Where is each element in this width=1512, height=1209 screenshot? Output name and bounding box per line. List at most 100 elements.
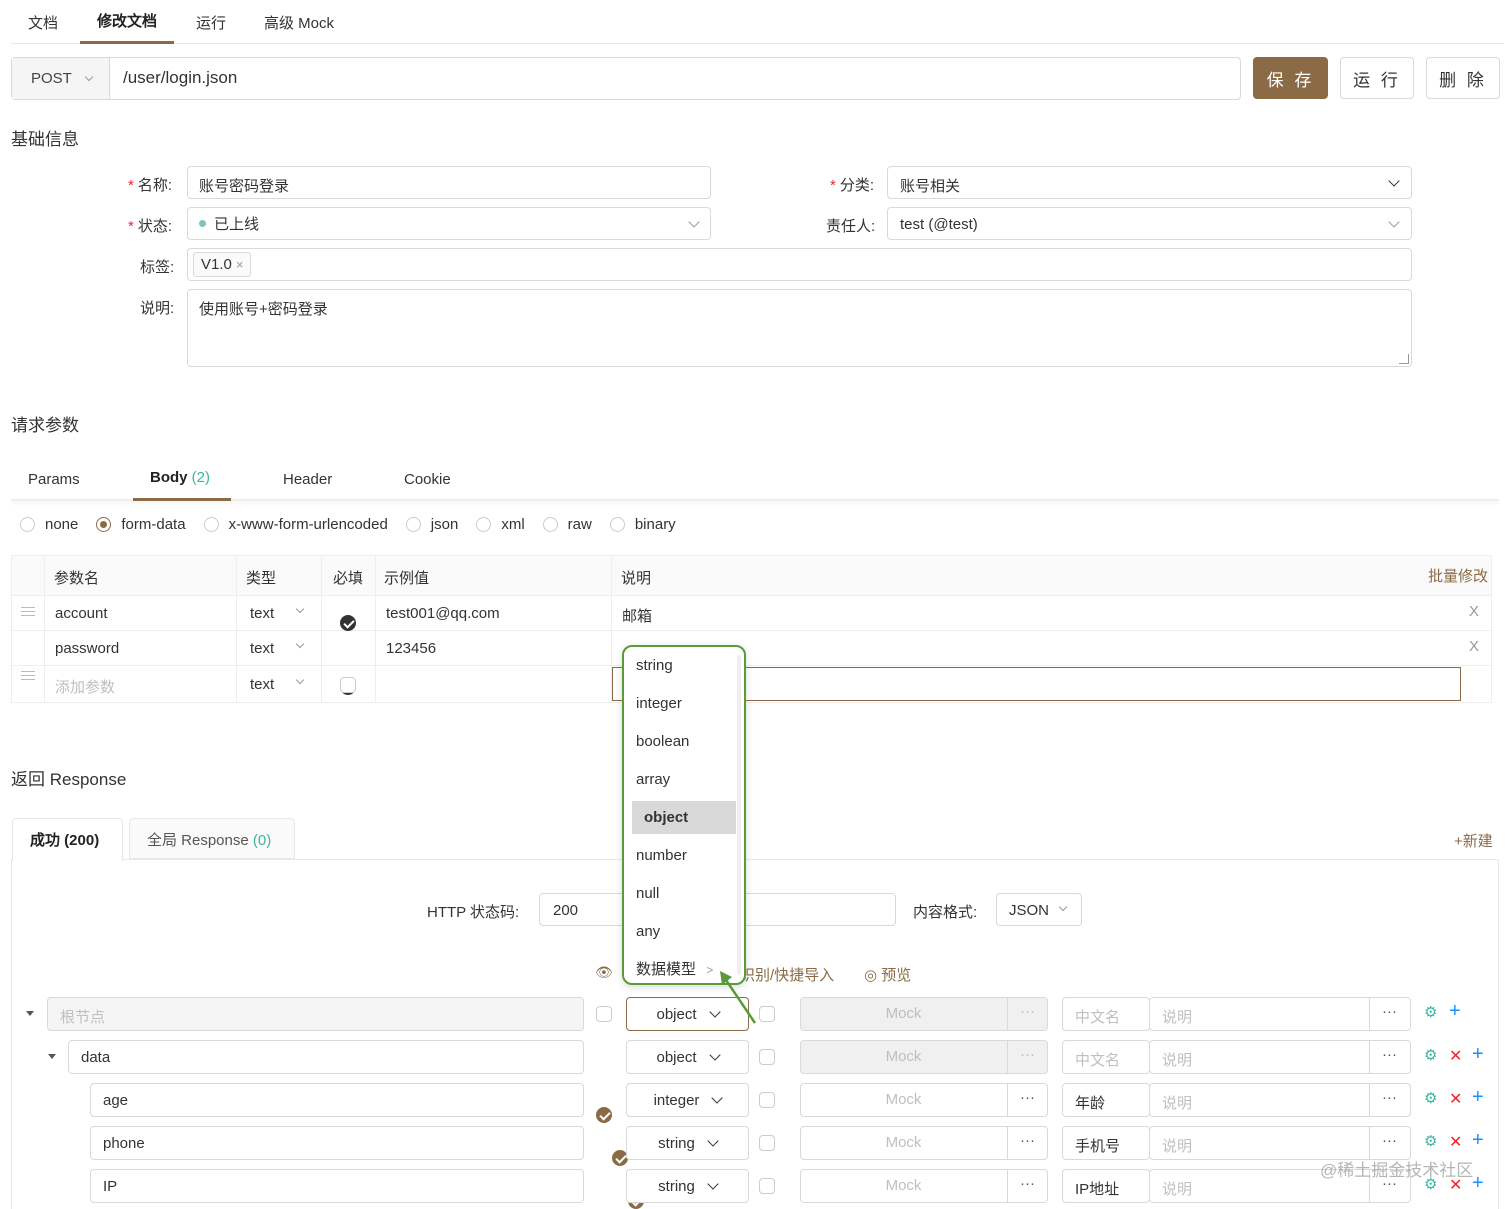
- collapse-arrow-icon[interactable]: [48, 1054, 56, 1059]
- tab-params[interactable]: Params: [28, 471, 80, 488]
- category-select[interactable]: 账号相关: [887, 166, 1412, 199]
- param-name[interactable]: account: [55, 605, 108, 622]
- radio-form-data[interactable]: [96, 517, 112, 532]
- required-checkbox[interactable]: [340, 615, 356, 631]
- resize-handle-icon[interactable]: [1399, 354, 1409, 364]
- status-select[interactable]: 已上线: [187, 207, 711, 240]
- field-desc-input[interactable]: 说明: [1149, 1126, 1411, 1160]
- gear-icon[interactable]: ⚙: [1424, 1132, 1437, 1150]
- dropdown-item-boolean[interactable]: boolean: [624, 723, 744, 761]
- desc-more-button[interactable]: ···: [1382, 1046, 1397, 1063]
- mock-more-button[interactable]: ···: [1020, 1175, 1035, 1192]
- field-name-input[interactable]: data: [68, 1040, 584, 1074]
- preview-link[interactable]: ◎ 预览: [864, 964, 911, 985]
- field-type-select[interactable]: string: [626, 1126, 749, 1160]
- field-cn-name-input[interactable]: 年龄: [1062, 1083, 1150, 1117]
- gear-icon[interactable]: ⚙: [1424, 1046, 1437, 1064]
- param-type[interactable]: text: [250, 640, 274, 657]
- format-select[interactable]: JSON: [996, 893, 1082, 926]
- close-icon[interactable]: ×: [236, 257, 244, 272]
- delete-field-icon[interactable]: ✕: [1449, 1046, 1462, 1066]
- mock-more-button[interactable]: ···: [1020, 1003, 1035, 1020]
- add-param-input[interactable]: 添加参数: [55, 676, 115, 697]
- owner-select[interactable]: test (@test): [887, 207, 1412, 240]
- field-desc-input[interactable]: 说明: [1149, 1083, 1411, 1117]
- required-checkbox[interactable]: [596, 1006, 612, 1022]
- required-checkbox[interactable]: [340, 677, 356, 693]
- batch-edit-link[interactable]: 批量修改: [1428, 565, 1488, 586]
- name-input[interactable]: 账号密码登录: [187, 166, 711, 199]
- field-cn-name-input[interactable]: 中文名: [1062, 1040, 1150, 1074]
- method-select[interactable]: POST: [12, 58, 110, 99]
- collapse-arrow-icon[interactable]: [26, 1011, 34, 1016]
- radio-binary[interactable]: [609, 517, 625, 532]
- delete-button[interactable]: 删 除: [1426, 57, 1500, 99]
- param-desc[interactable]: 邮箱: [622, 605, 652, 626]
- dropdown-item-number[interactable]: number: [624, 837, 744, 875]
- field-cn-name-input[interactable]: IP地址: [1062, 1169, 1150, 1203]
- dropdown-item-integer[interactable]: integer: [624, 685, 744, 723]
- dropdown-item-object[interactable]: object: [632, 801, 736, 834]
- dropdown-item-null[interactable]: null: [624, 875, 744, 913]
- tab-edit-docs[interactable]: 修改文档: [97, 10, 157, 31]
- add-field-icon[interactable]: +: [1472, 1129, 1484, 1152]
- param-example[interactable]: test001@qq.com: [386, 605, 500, 622]
- tab-cookie[interactable]: Cookie: [404, 471, 451, 488]
- tags-input[interactable]: [187, 248, 1412, 281]
- tab-advanced-mock[interactable]: 高级 Mock: [264, 12, 334, 33]
- run-button[interactable]: 运 行: [1340, 57, 1414, 99]
- param-type[interactable]: text: [250, 605, 274, 622]
- save-button[interactable]: 保 存: [1253, 57, 1328, 99]
- field-name-input[interactable]: phone: [90, 1126, 584, 1160]
- field-cn-name-input[interactable]: 手机号: [1062, 1126, 1150, 1160]
- delete-row-icon[interactable]: X: [1469, 638, 1479, 655]
- param-name[interactable]: password: [55, 640, 119, 657]
- add-field-icon[interactable]: +: [1472, 1086, 1484, 1109]
- param-type[interactable]: text: [250, 676, 274, 693]
- tab-success[interactable]: 成功 (200): [12, 818, 123, 861]
- tab-body[interactable]: Body (2): [150, 469, 210, 486]
- field-name-input[interactable]: IP: [90, 1169, 584, 1203]
- mock-more-button[interactable]: ···: [1020, 1089, 1035, 1106]
- tab-docs[interactable]: 文档: [28, 12, 58, 33]
- dropdown-item-array[interactable]: array: [624, 761, 744, 799]
- radio-none[interactable]: [20, 517, 35, 532]
- nullable-checkbox[interactable]: [759, 1049, 775, 1065]
- required-checkbox[interactable]: [596, 1107, 612, 1123]
- dropdown-scrollbar[interactable]: [737, 655, 741, 975]
- field-desc-input[interactable]: 说明: [1149, 997, 1411, 1031]
- gear-icon[interactable]: ⚙: [1424, 1089, 1437, 1107]
- add-field-icon[interactable]: +: [1472, 1172, 1484, 1195]
- delete-row-icon[interactable]: X: [1469, 603, 1479, 620]
- field-desc-input[interactable]: 说明: [1149, 1040, 1411, 1074]
- dropdown-item-any[interactable]: any: [624, 913, 744, 951]
- url-path-input[interactable]: /user/login.json: [123, 68, 237, 88]
- mock-more-button[interactable]: ···: [1020, 1046, 1035, 1063]
- drag-handle-icon[interactable]: [21, 607, 35, 616]
- field-type-select[interactable]: integer: [626, 1083, 749, 1117]
- radio-raw[interactable]: [542, 517, 558, 532]
- json-toggle-icon[interactable]: 👁: [595, 964, 613, 981]
- add-field-icon[interactable]: +: [1449, 1000, 1461, 1023]
- nullable-checkbox[interactable]: [759, 1135, 775, 1151]
- field-name-input[interactable]: age: [90, 1083, 584, 1117]
- delete-field-icon[interactable]: ✕: [1449, 1089, 1462, 1109]
- gear-icon[interactable]: ⚙: [1424, 1003, 1437, 1021]
- field-name-input[interactable]: 根节点: [47, 997, 584, 1031]
- add-field-icon[interactable]: +: [1472, 1043, 1484, 1066]
- mock-more-button[interactable]: ···: [1020, 1132, 1035, 1149]
- param-example[interactable]: 123456: [386, 640, 436, 657]
- nullable-checkbox[interactable]: [759, 1178, 775, 1194]
- nullable-checkbox[interactable]: [759, 1092, 775, 1108]
- tab-run[interactable]: 运行: [196, 12, 226, 33]
- desc-more-button[interactable]: ···: [1382, 1132, 1397, 1149]
- radio-xml[interactable]: [476, 517, 492, 532]
- delete-field-icon[interactable]: ✕: [1449, 1132, 1462, 1152]
- field-cn-name-input[interactable]: 中文名: [1062, 997, 1150, 1031]
- desc-more-button[interactable]: ···: [1382, 1089, 1397, 1106]
- radio-json[interactable]: [405, 517, 421, 532]
- desc-more-button[interactable]: ···: [1382, 1003, 1397, 1020]
- tab-global-response[interactable]: 全局 Response (0): [129, 818, 295, 859]
- new-response-link[interactable]: +新建: [1454, 830, 1493, 851]
- drag-handle-icon[interactable]: [21, 671, 35, 680]
